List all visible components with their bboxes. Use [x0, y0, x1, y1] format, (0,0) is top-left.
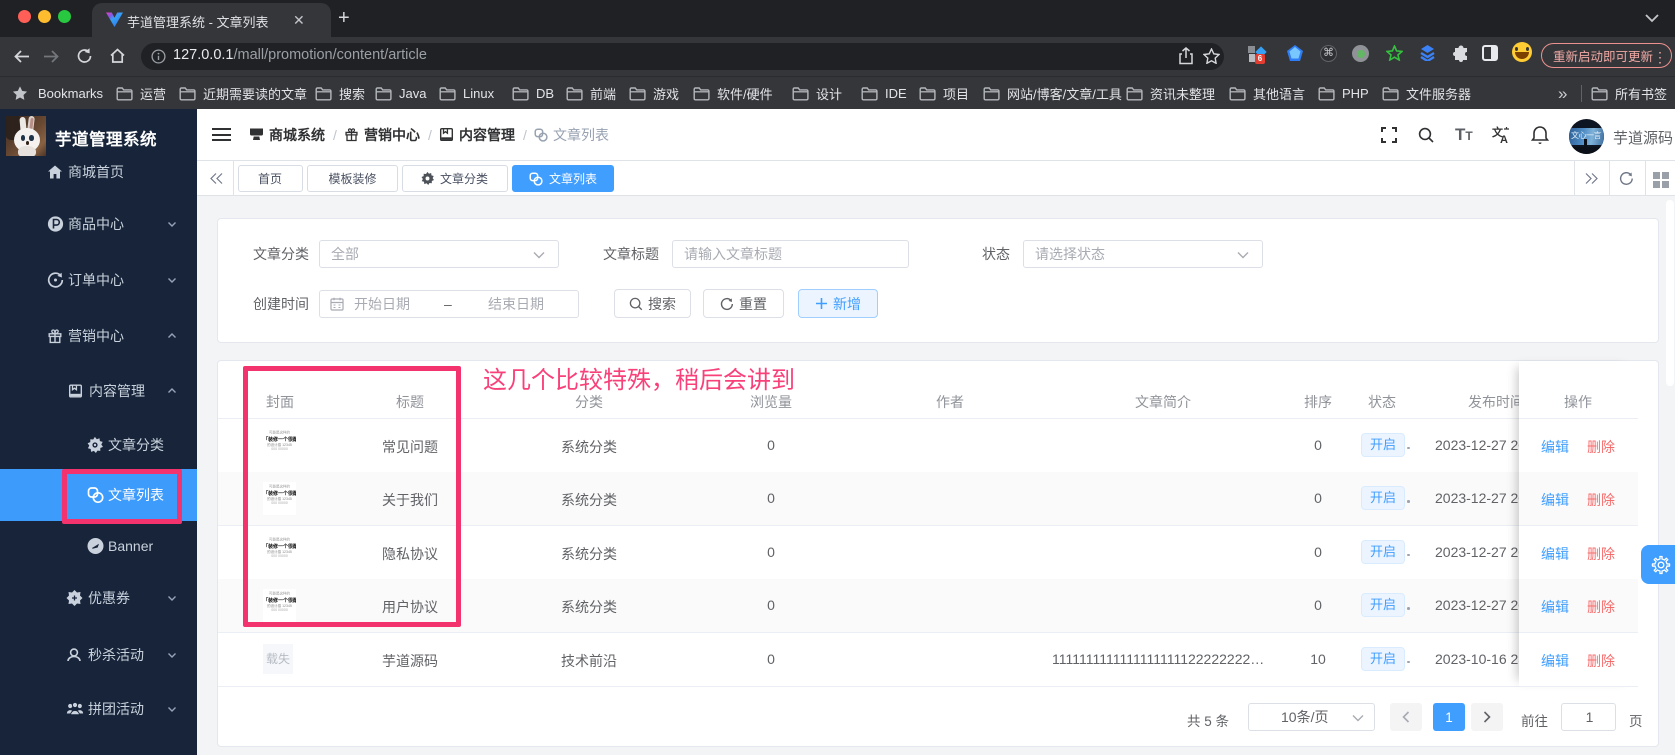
svg-text:A: A [1500, 134, 1508, 144]
